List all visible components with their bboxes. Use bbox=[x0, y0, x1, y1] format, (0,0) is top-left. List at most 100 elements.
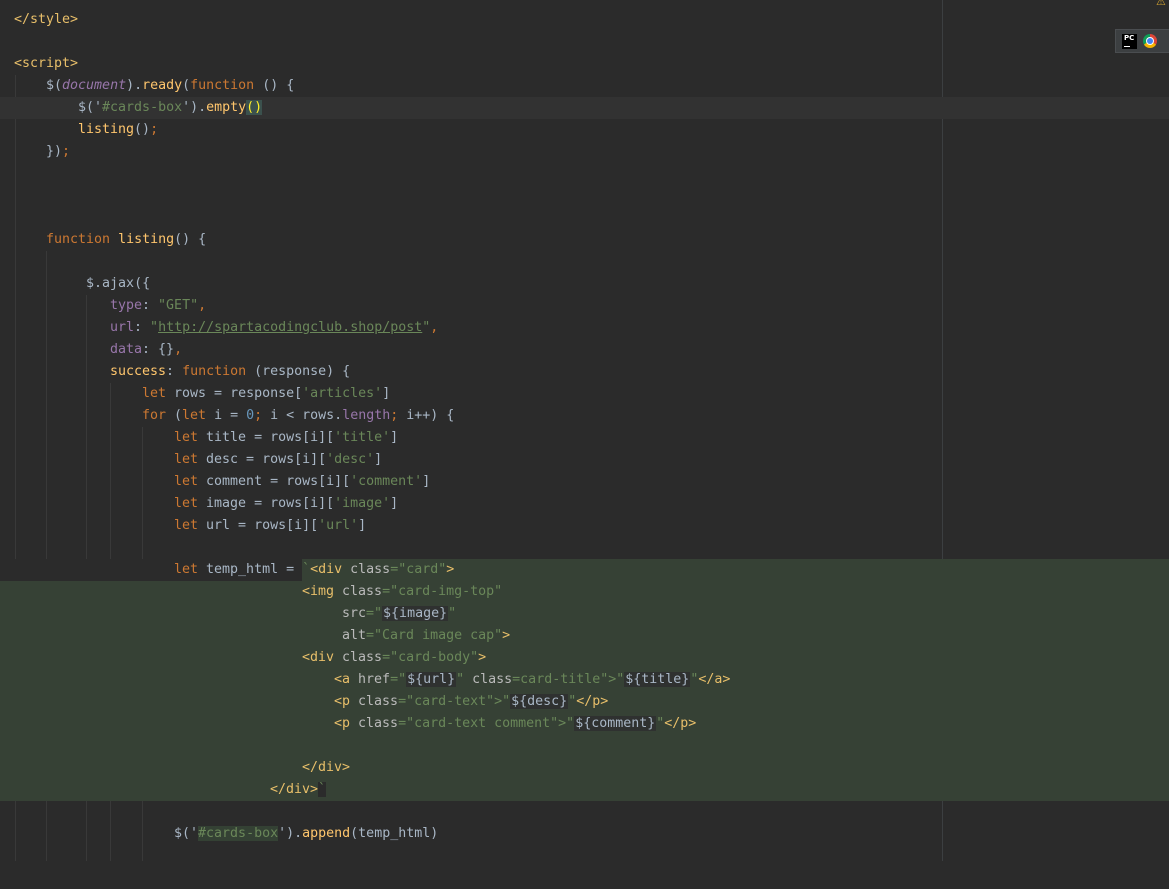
code-token: " bbox=[448, 606, 457, 621]
code-line[interactable]: listing(); bbox=[0, 119, 1169, 141]
code-token: $ bbox=[46, 78, 55, 93]
code-token: </a> bbox=[698, 672, 731, 687]
code-line[interactable]: src="${image}" bbox=[0, 603, 1169, 625]
code-token: " bbox=[150, 320, 159, 335]
code-token: src bbox=[342, 606, 367, 621]
code-token: ] bbox=[382, 386, 391, 401]
code-token: temp_html = bbox=[206, 562, 303, 577]
chrome-icon[interactable] bbox=[1143, 34, 1157, 48]
code-token: document bbox=[62, 78, 127, 93]
code-line[interactable]: </div> bbox=[0, 757, 1169, 779]
code-token: ] bbox=[390, 496, 399, 511]
code-token: '). bbox=[278, 826, 303, 841]
code-token: 'comment' bbox=[350, 474, 423, 489]
code-line[interactable] bbox=[0, 735, 1169, 757]
code-token: class bbox=[472, 672, 513, 687]
code-line[interactable]: alt="Card image cap"> bbox=[0, 625, 1169, 647]
code-token: "GET" bbox=[158, 298, 199, 313]
code-token: let bbox=[174, 518, 207, 533]
code-token: class bbox=[358, 694, 399, 709]
code-token: . bbox=[94, 276, 103, 291]
code-line[interactable]: $(document).ready(function () { bbox=[0, 75, 1169, 97]
code-token: </p> bbox=[576, 694, 609, 709]
code-token: ] bbox=[390, 430, 399, 445]
code-line[interactable]: $('#cards-box').append(temp_html) bbox=[0, 823, 1169, 845]
code-line[interactable]: </div>` bbox=[0, 779, 1169, 801]
code-token: ; bbox=[62, 144, 71, 159]
code-line[interactable]: let rows = response['articles'] bbox=[0, 383, 1169, 405]
code-editor[interactable]: </style> <script> $(document).ready(func… bbox=[0, 0, 1169, 861]
code-line[interactable]: </style> bbox=[0, 9, 1169, 31]
code-token: () { bbox=[174, 232, 207, 247]
code-token: ${image} bbox=[382, 606, 449, 621]
code-token: url = rows[i][ bbox=[206, 518, 319, 533]
code-token: =card-title" bbox=[512, 672, 609, 687]
code-line[interactable]: <p class="card-text comment">"${comment}… bbox=[0, 713, 1169, 735]
code-token: <p bbox=[334, 694, 359, 709]
code-token: ). bbox=[126, 78, 143, 93]
code-line[interactable]: let image = rows[i]['image'] bbox=[0, 493, 1169, 515]
code-line[interactable]: url: "http://spartacodingclub.shop/post"… bbox=[0, 317, 1169, 339]
code-line[interactable]: success: function (response) { bbox=[0, 361, 1169, 383]
code-token: type bbox=[110, 298, 143, 313]
code-token: length bbox=[342, 408, 391, 423]
code-line[interactable]: }); bbox=[0, 141, 1169, 163]
code-token: ; bbox=[254, 408, 271, 423]
code-token: function bbox=[182, 364, 255, 379]
code-token: ${desc} bbox=[510, 694, 569, 709]
code-token: image = rows[i][ bbox=[206, 496, 335, 511]
url-link[interactable]: http://spartacodingclub.shop/post bbox=[158, 320, 422, 335]
code-token: () bbox=[134, 122, 151, 137]
code-line[interactable]: <p class="card-text">"${desc}"</p> bbox=[0, 691, 1169, 713]
code-token: ] bbox=[358, 518, 367, 533]
code-line[interactable]: for (let i = 0; i < rows.length; i++) { bbox=[0, 405, 1169, 427]
code-token: </div> bbox=[270, 782, 319, 797]
code-token: =" bbox=[366, 606, 383, 621]
code-token: ="card-text comment" bbox=[398, 716, 559, 731]
code-token: $ bbox=[174, 826, 183, 841]
code-token: ready bbox=[142, 78, 183, 93]
code-token: append bbox=[302, 826, 351, 841]
code-line[interactable]: let url = rows[i]['url'] bbox=[0, 515, 1169, 537]
code-line[interactable]: let comment = rows[i]['comment'] bbox=[0, 471, 1169, 493]
code-token: ="Card image cap" bbox=[366, 628, 503, 643]
code-token: listing bbox=[78, 122, 135, 137]
code-line[interactable]: <div class="card-body"> bbox=[0, 647, 1169, 669]
code-token: >" bbox=[494, 694, 511, 709]
code-line[interactable]: type: "GET", bbox=[0, 295, 1169, 317]
code-line[interactable]: <script> bbox=[0, 53, 1169, 75]
code-token: data bbox=[110, 342, 143, 357]
code-line[interactable]: $.ajax({ bbox=[0, 273, 1169, 295]
code-line[interactable]: data: {}, bbox=[0, 339, 1169, 361]
code-token: , bbox=[430, 320, 439, 335]
code-token: rows = response[ bbox=[174, 386, 303, 401]
code-token: i++) { bbox=[406, 408, 455, 423]
code-line[interactable]: let desc = rows[i]['desc'] bbox=[0, 449, 1169, 471]
code-line[interactable]: function listing() { bbox=[0, 229, 1169, 251]
code-token: ${url} bbox=[406, 672, 457, 687]
pycharm-icon[interactable]: PC bbox=[1122, 33, 1137, 49]
code-token: #cards-box bbox=[198, 826, 279, 841]
code-token: , bbox=[198, 298, 207, 313]
code-token: >" bbox=[558, 716, 575, 731]
code-token: ] bbox=[422, 474, 431, 489]
code-token: title = rows[i][ bbox=[206, 430, 335, 445]
code-token: desc = rows[i][ bbox=[206, 452, 327, 467]
code-line[interactable]: let temp_html = `<div class="card"> bbox=[0, 559, 1169, 581]
code-token: ` bbox=[318, 782, 327, 797]
code-token: ${title} bbox=[624, 672, 691, 687]
code-token: ; bbox=[390, 408, 407, 423]
code-token: </p> bbox=[664, 716, 697, 731]
code-token: 0 bbox=[246, 408, 255, 423]
current-code-line[interactable]: $('#cards-box').empty() bbox=[0, 97, 1169, 119]
code-token: listing bbox=[118, 232, 175, 247]
code-token: 'articles' bbox=[302, 386, 383, 401]
code-line[interactable]: let title = rows[i]['title'] bbox=[0, 427, 1169, 449]
code-line[interactable]: <a href="${url}" class=card-title">"${ti… bbox=[0, 669, 1169, 691]
code-line[interactable]: <img class="card-img-top" bbox=[0, 581, 1169, 603]
code-token: " bbox=[456, 672, 473, 687]
code-token: >" bbox=[608, 672, 625, 687]
warning-icon[interactable]: ⚠ bbox=[1156, 0, 1166, 8]
code-token: : bbox=[166, 364, 183, 379]
code-token: class bbox=[358, 716, 399, 731]
